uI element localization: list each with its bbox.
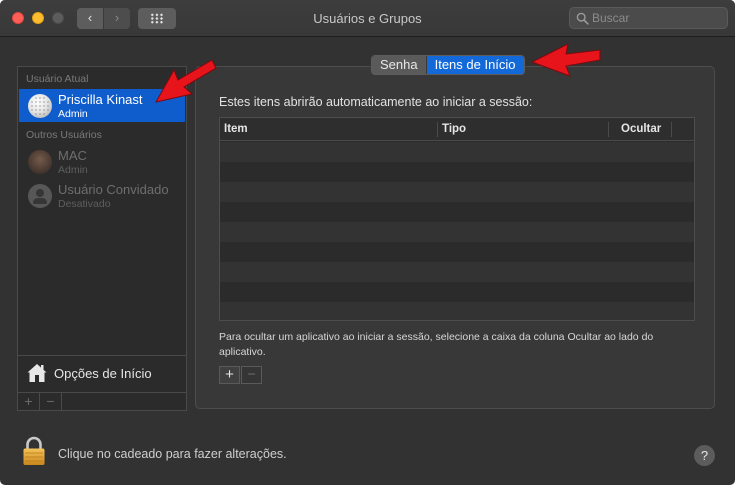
user-name: MAC [58,148,87,163]
table-row [220,242,694,262]
table-row [220,142,694,162]
tab-login-items[interactable]: Itens de Início [426,56,524,74]
column-separator [437,122,438,137]
users-groups-window: ‹ › Usuários e Grupos Buscar Usuário Atu… [0,0,735,485]
hide-hint-text: Para ocultar um aplicativo ao iniciar a … [219,331,654,358]
table-row [220,222,694,242]
user-name: Usuário Convidado [58,182,169,197]
login-options-label: Opções de Início [54,366,152,381]
users-sidebar: Usuário Atual Priscilla Kinast Admin Out… [17,66,187,411]
search-placeholder: Buscar [592,11,630,25]
column-separator [671,122,672,137]
table-row [220,302,694,320]
table-row [220,202,694,222]
title-bar: ‹ › Usuários e Grupos Buscar [0,0,735,37]
user-role: Admin [58,108,88,120]
table-row [220,282,694,302]
house-icon [27,364,47,382]
annotation-arrow-icon [530,43,601,77]
other-users-header: Outros Usuários [26,129,102,141]
table-row [220,182,694,202]
remove-user-button[interactable]: − [40,393,62,410]
add-user-button[interactable]: + [18,393,40,410]
table-header: Item Tipo Ocultar [220,118,694,141]
lock-message: Clique no cadeado para fazer alterações. [58,447,287,461]
help-button[interactable]: ? [694,445,715,466]
table-row [220,262,694,282]
login-options-item[interactable]: Opções de Início [18,356,186,392]
search-icon [576,12,589,25]
login-items-intro: Estes itens abrirão automaticamente ao i… [219,95,533,109]
golf-ball-avatar [28,94,52,118]
user-role: Desativado [58,198,111,210]
tab-password[interactable]: Senha [372,56,427,74]
user-row-mac[interactable]: MAC Admin [19,145,185,178]
search-field[interactable]: Buscar [569,7,728,29]
table-row [220,162,694,182]
remove-login-item-button[interactable]: − [241,366,262,384]
column-item[interactable]: Item [224,123,248,135]
column-type[interactable]: Tipo [442,123,466,135]
lock-icon[interactable] [22,436,46,466]
login-items-table[interactable]: Item Tipo Ocultar [219,117,695,321]
user-photo-avatar [28,150,52,174]
annotation-arrow-icon [155,59,217,103]
user-name: Priscilla Kinast [58,92,143,107]
guest-user-icon [28,184,52,208]
add-login-item-button[interactable]: + [219,366,240,384]
column-separator [608,122,609,137]
current-user-header: Usuário Atual [26,73,89,85]
sidebar-add-remove-bar: + − [18,392,186,410]
column-hide[interactable]: Ocultar [621,123,661,135]
user-row-guest[interactable]: Usuário Convidado Desativado [19,179,185,212]
tab-control: Senha Itens de Início [371,55,525,75]
user-role: Admin [58,164,88,176]
